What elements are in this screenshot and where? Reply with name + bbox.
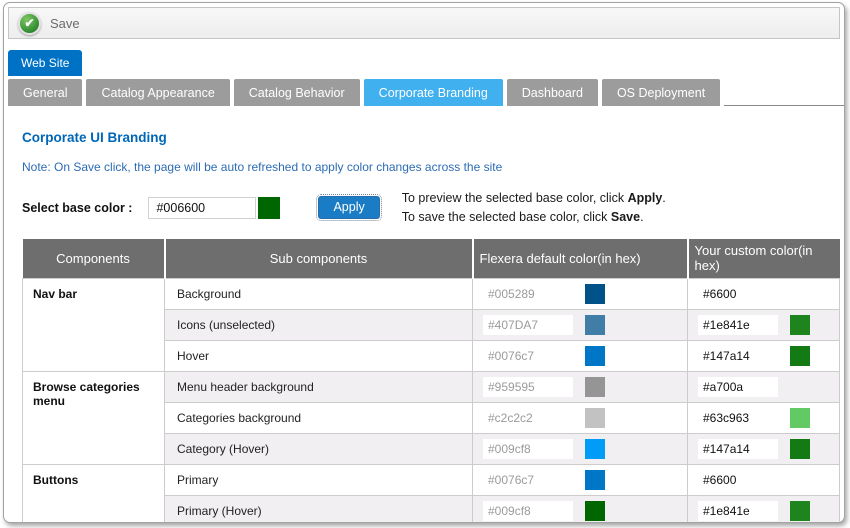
content-area: Corporate UI Branding Note: On Save clic… xyxy=(4,130,844,523)
table-row: Nav bar Background xyxy=(23,279,840,310)
component-group-navbar: Nav bar xyxy=(23,279,165,372)
save-label: Save xyxy=(50,16,80,31)
custom-color-swatch xyxy=(790,408,810,428)
default-color-input xyxy=(483,377,573,397)
sub-component-label: Category (Hover) xyxy=(165,434,473,465)
custom-color-input[interactable] xyxy=(698,346,778,366)
instruction-line-preview: To preview the selected base color, clic… xyxy=(402,189,666,208)
base-color-label: Select base color : xyxy=(22,201,132,215)
sub-component-label: Primary (Hover) xyxy=(165,496,473,524)
sub-component-label: Categories background xyxy=(165,403,473,434)
tab-corporate-branding[interactable]: Corporate Branding xyxy=(364,79,503,106)
table-row: Browse categories menu Menu header backg… xyxy=(23,372,840,403)
custom-color-swatch xyxy=(790,439,810,459)
header-default-color: Flexera default color(in hex) xyxy=(473,239,688,279)
default-color-input xyxy=(483,408,573,428)
sub-component-label: Background xyxy=(165,279,473,310)
default-color-swatch xyxy=(585,501,605,521)
custom-color-swatch xyxy=(790,501,810,521)
default-color-input xyxy=(483,315,573,335)
tab-strip: General Catalog Appearance Catalog Behav… xyxy=(8,78,844,106)
custom-color-input[interactable] xyxy=(698,408,778,428)
branding-table: Components Sub components Flexera defaul… xyxy=(22,239,840,524)
custom-color-input[interactable] xyxy=(698,315,778,335)
sub-component-label: Hover xyxy=(165,341,473,372)
header-sub-components: Sub components xyxy=(165,239,473,279)
save-check-icon: ✔ xyxy=(18,12,41,35)
default-color-swatch xyxy=(585,346,605,366)
table-header-row: Components Sub components Flexera defaul… xyxy=(23,239,840,279)
instruction-line-save: To save the selected base color, click S… xyxy=(402,208,666,227)
default-color-swatch xyxy=(585,408,605,428)
base-color-row: Select base color : Apply To preview the… xyxy=(22,189,829,227)
app-window: ✔ Save Web Site General Catalog Appearan… xyxy=(3,2,845,523)
default-color-swatch xyxy=(585,439,605,459)
tab-general[interactable]: General xyxy=(8,79,82,106)
sub-component-label: Icons (unselected) xyxy=(165,310,473,341)
header-custom-color: Your custom color(in hex) xyxy=(688,239,840,279)
default-color-input xyxy=(483,346,573,366)
base-color-swatch xyxy=(258,197,280,219)
custom-color-input[interactable] xyxy=(698,377,778,397)
page-title: Corporate UI Branding xyxy=(22,130,829,145)
tab-strip-filler xyxy=(724,79,844,106)
save-button[interactable]: ✔ Save xyxy=(18,12,80,35)
toolbar: ✔ Save xyxy=(8,7,840,39)
header-components: Components xyxy=(23,239,165,279)
custom-color-input[interactable] xyxy=(698,284,778,304)
instructions: To preview the selected base color, clic… xyxy=(402,189,666,227)
tab-os-deployment[interactable]: OS Deployment xyxy=(602,79,720,106)
default-color-swatch xyxy=(585,377,605,397)
custom-color-input[interactable] xyxy=(698,439,778,459)
tab-web-site[interactable]: Web Site xyxy=(8,50,82,76)
default-color-swatch xyxy=(585,315,605,335)
default-color-input xyxy=(483,501,573,521)
custom-color-input[interactable] xyxy=(698,470,778,490)
default-color-input xyxy=(483,439,573,459)
table-row: Buttons Primary xyxy=(23,465,840,496)
default-color-input xyxy=(483,470,573,490)
default-color-input xyxy=(483,284,573,304)
tab-dashboard[interactable]: Dashboard xyxy=(507,79,598,106)
apply-button[interactable]: Apply xyxy=(318,196,379,219)
component-group-browse-categories: Browse categories menu xyxy=(23,372,165,465)
custom-color-swatch xyxy=(790,346,810,366)
base-color-input[interactable] xyxy=(148,197,256,219)
tab-catalog-behavior[interactable]: Catalog Behavior xyxy=(234,79,360,106)
default-color-swatch xyxy=(585,470,605,490)
custom-color-swatch xyxy=(790,315,810,335)
note-text: Note: On Save click, the page will be au… xyxy=(22,160,829,174)
sub-component-label: Menu header background xyxy=(165,372,473,403)
default-color-swatch xyxy=(585,284,605,304)
sub-component-label: Primary xyxy=(165,465,473,496)
tab-catalog-appearance[interactable]: Catalog Appearance xyxy=(86,79,229,106)
component-group-buttons: Buttons xyxy=(23,465,165,524)
custom-color-input[interactable] xyxy=(698,501,778,521)
